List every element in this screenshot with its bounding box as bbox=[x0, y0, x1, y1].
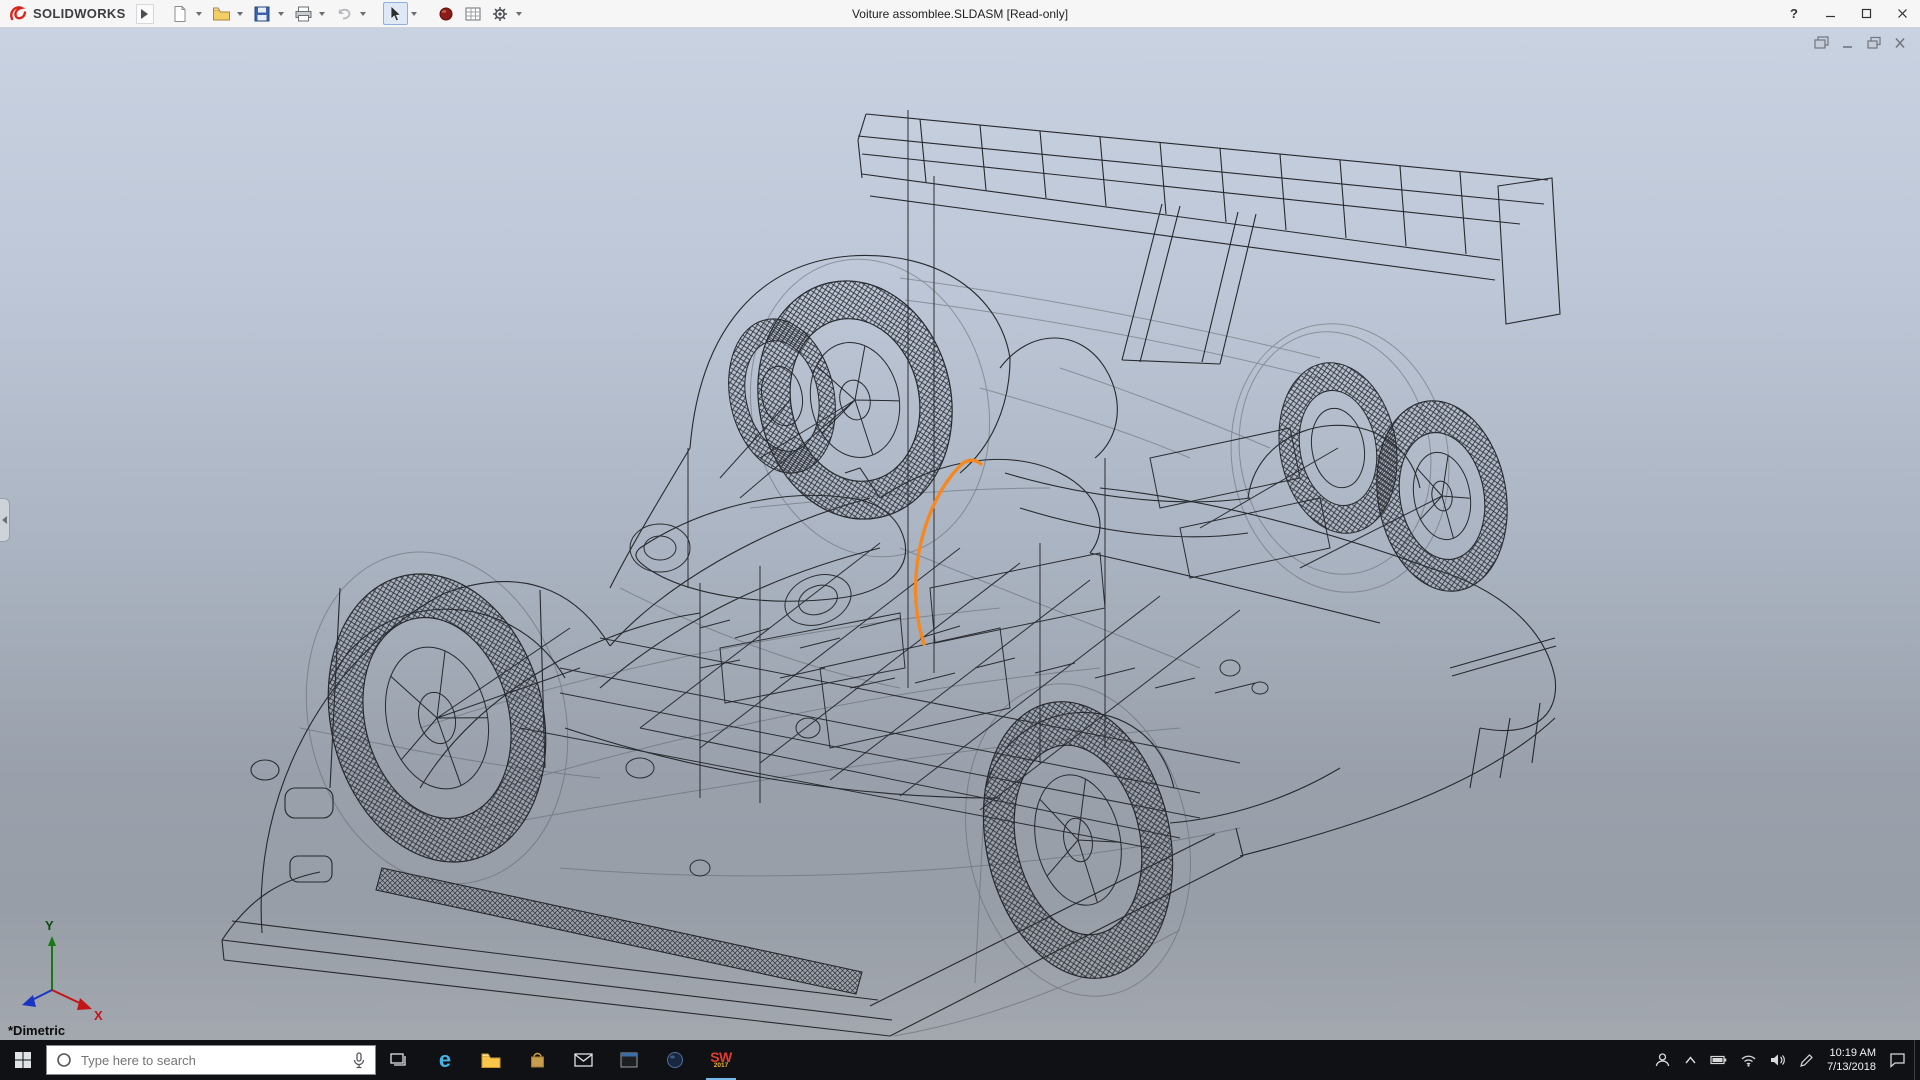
battery-icon[interactable] bbox=[1710, 1054, 1727, 1066]
console-window-icon bbox=[620, 1052, 638, 1068]
taskbar-search-box[interactable] bbox=[46, 1045, 376, 1075]
windows-taskbar: e SW 2017 bbox=[0, 1040, 1920, 1080]
design-table-icon bbox=[464, 5, 482, 23]
wireframe-car-scene[interactable]: Y X bbox=[0, 28, 1920, 1040]
red-sphere-icon bbox=[438, 6, 454, 22]
pen-icon[interactable] bbox=[1799, 1053, 1814, 1068]
featuremanager-flyout-tab[interactable] bbox=[0, 498, 10, 542]
clock-date: 7/13/2018 bbox=[1827, 1060, 1876, 1074]
window-controls: ? bbox=[1776, 0, 1920, 27]
triad-y-label: Y bbox=[45, 918, 54, 933]
menu-flyout-button[interactable] bbox=[136, 4, 154, 24]
graphics-viewport[interactable]: Y X *Dimetric bbox=[0, 28, 1920, 1040]
mail-button[interactable] bbox=[560, 1040, 606, 1080]
body-panels[interactable] bbox=[565, 255, 1430, 823]
task-view-icon bbox=[390, 1052, 408, 1068]
collapse-arrow-icon bbox=[2, 516, 7, 524]
triad-x-label: X bbox=[94, 1008, 103, 1023]
mail-icon bbox=[574, 1053, 593, 1067]
chassis-frame[interactable] bbox=[520, 110, 1330, 876]
open-document-button[interactable] bbox=[209, 2, 234, 25]
options-dropdown-icon[interactable] bbox=[516, 12, 522, 16]
file-explorer-button[interactable] bbox=[468, 1040, 514, 1080]
save-button[interactable] bbox=[250, 2, 275, 25]
open-dropdown-icon[interactable] bbox=[237, 12, 243, 16]
options-button[interactable] bbox=[488, 2, 513, 25]
close-button[interactable] bbox=[1884, 0, 1920, 27]
maximize-button[interactable] bbox=[1848, 0, 1884, 27]
wheel-front-left[interactable] bbox=[299, 551, 575, 886]
edge-button[interactable]: e bbox=[422, 1040, 468, 1080]
view-orientation-label: *Dimetric bbox=[8, 1023, 65, 1038]
gear-icon bbox=[491, 5, 509, 23]
minimize-icon bbox=[1825, 8, 1836, 19]
undo-icon bbox=[335, 5, 353, 23]
network-wifi-icon[interactable] bbox=[1740, 1054, 1757, 1067]
design-table-button[interactable] bbox=[461, 2, 486, 25]
save-floppy-icon bbox=[253, 5, 271, 23]
undo-dropdown-icon[interactable] bbox=[360, 12, 366, 16]
action-center-icon[interactable] bbox=[1889, 1052, 1906, 1068]
titlebar: SOLIDWORKS bbox=[0, 0, 1920, 28]
red-sphere-button[interactable] bbox=[434, 2, 459, 25]
hidden-icons-chevron-icon[interactable] bbox=[1684, 1055, 1697, 1065]
print-button[interactable] bbox=[291, 2, 316, 25]
microphone-icon[interactable] bbox=[352, 1052, 366, 1069]
file-explorer-icon bbox=[481, 1052, 501, 1069]
flyout-arrow-icon bbox=[141, 9, 148, 19]
help-button[interactable]: ? bbox=[1776, 0, 1812, 27]
new-document-icon bbox=[171, 5, 189, 23]
window-restore-icon[interactable] bbox=[1866, 36, 1882, 50]
construction-lines bbox=[272, 237, 1470, 1036]
system-tray: 10:19 AM 7/13/2018 bbox=[1654, 1046, 1914, 1075]
open-folder-icon bbox=[212, 5, 231, 23]
close-icon bbox=[1897, 8, 1908, 19]
document-title: Voiture assomblee.SLDASM [Read-only] bbox=[852, 7, 1068, 21]
volume-icon[interactable] bbox=[1770, 1053, 1786, 1067]
undo-button[interactable] bbox=[332, 2, 357, 25]
store-button[interactable] bbox=[514, 1040, 560, 1080]
show-desktop-button[interactable] bbox=[1914, 1040, 1920, 1080]
start-button[interactable] bbox=[0, 1040, 46, 1080]
radiator-mesh[interactable] bbox=[376, 868, 862, 994]
new-dropdown-icon[interactable] bbox=[196, 12, 202, 16]
dark-sphere-app-icon bbox=[666, 1051, 684, 1069]
task-view-button[interactable] bbox=[376, 1040, 422, 1080]
app-logo: SOLIDWORKS bbox=[0, 4, 136, 24]
solidworks-2017-button[interactable]: SW 2017 bbox=[698, 1040, 744, 1080]
edge-icon: e bbox=[439, 1049, 451, 1071]
orientation-triad: Y X bbox=[22, 918, 103, 1023]
store-bag-icon bbox=[529, 1051, 546, 1069]
wheel-rear-left[interactable] bbox=[959, 684, 1197, 996]
print-dropdown-icon[interactable] bbox=[319, 12, 325, 16]
cortana-icon bbox=[56, 1052, 72, 1068]
dassault-systemes-logo-icon bbox=[8, 4, 28, 24]
clock-time: 10:19 AM bbox=[1827, 1046, 1876, 1060]
solidworks-2017-icon: SW 2017 bbox=[710, 1050, 732, 1070]
windows-logo-icon bbox=[14, 1051, 32, 1069]
print-icon bbox=[294, 5, 313, 23]
document-window-controls bbox=[1814, 36, 1908, 50]
app-name: SOLIDWORKS bbox=[33, 6, 126, 21]
console-app-button[interactable] bbox=[606, 1040, 652, 1080]
quick-access-toolbar bbox=[168, 2, 527, 25]
people-icon[interactable] bbox=[1654, 1052, 1671, 1068]
taskbar-clock[interactable]: 10:19 AM 7/13/2018 bbox=[1827, 1046, 1876, 1075]
cascade-windows-icon[interactable] bbox=[1814, 36, 1830, 50]
search-input[interactable] bbox=[81, 1053, 343, 1068]
window-close-icon[interactable] bbox=[1892, 36, 1908, 50]
select-arrow-icon bbox=[387, 5, 403, 23]
save-dropdown-icon[interactable] bbox=[278, 12, 284, 16]
select-dropdown-icon[interactable] bbox=[411, 12, 417, 16]
composer-app-button[interactable] bbox=[652, 1040, 698, 1080]
maximize-icon bbox=[1861, 8, 1872, 19]
new-document-button[interactable] bbox=[168, 2, 193, 25]
minimize-button[interactable] bbox=[1812, 0, 1848, 27]
select-tool-button[interactable] bbox=[383, 2, 408, 25]
window-minimize-icon[interactable] bbox=[1840, 36, 1856, 50]
